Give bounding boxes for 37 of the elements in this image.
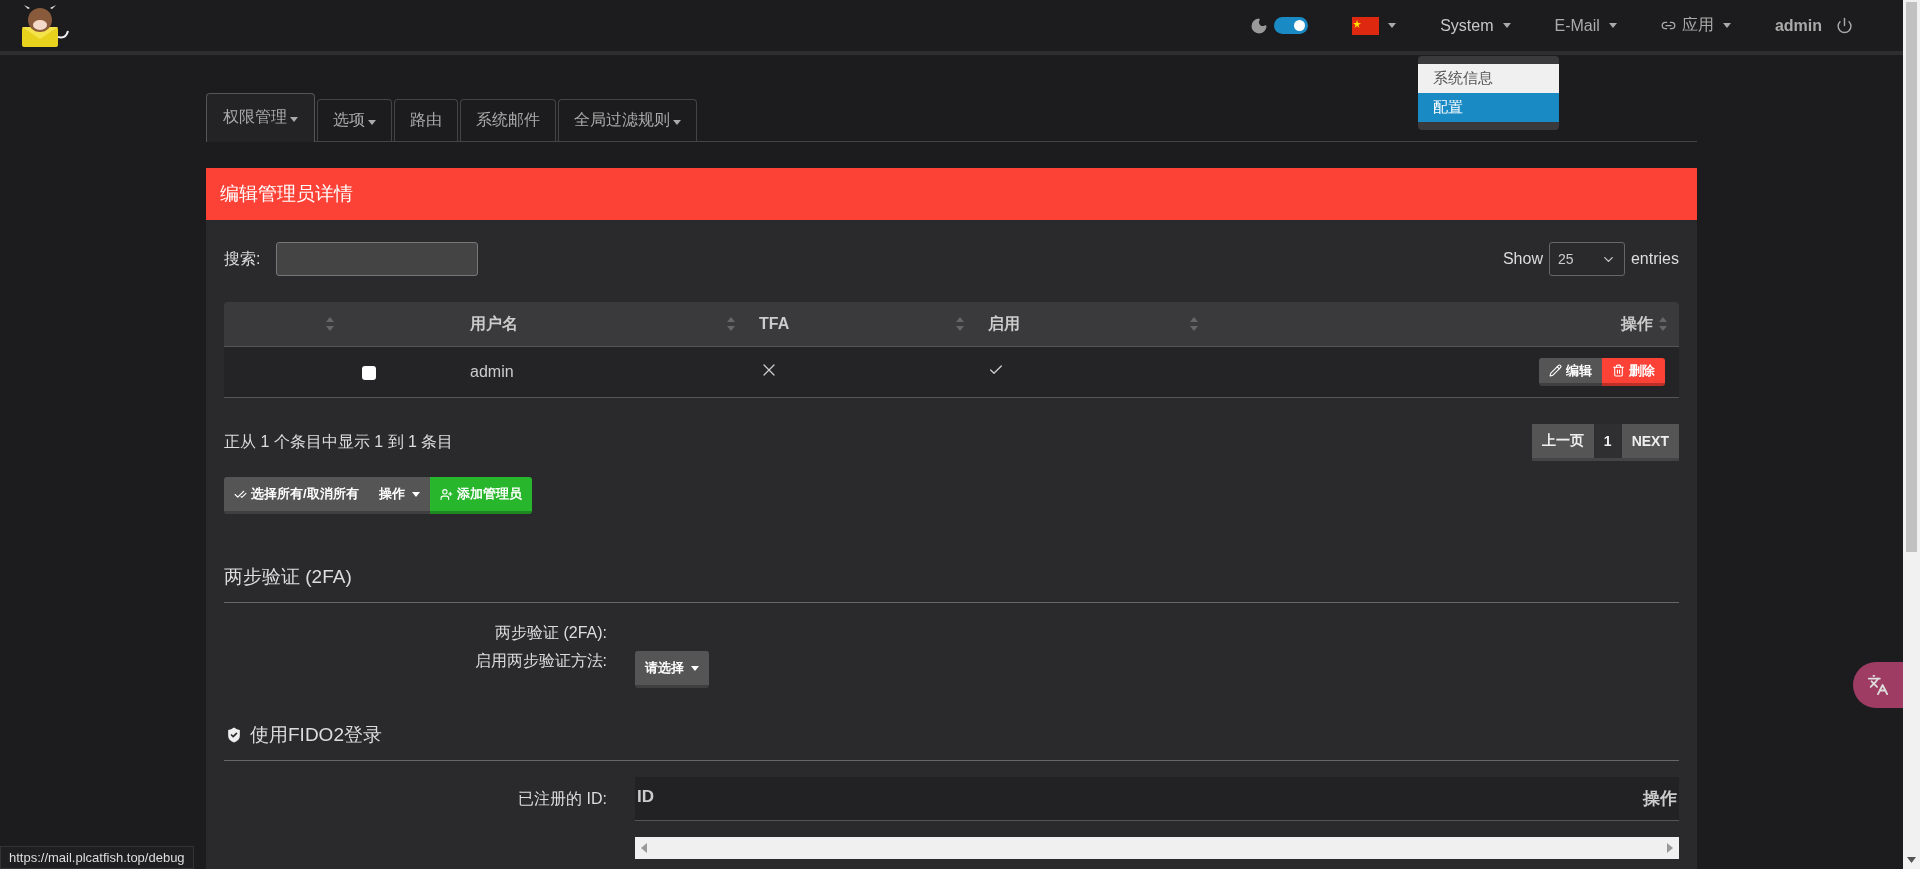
panel-title: 编辑管理员详情 xyxy=(206,168,1697,220)
select-button[interactable]: 请选择 xyxy=(635,651,709,688)
column-header[interactable]: 操作 xyxy=(1643,787,1677,810)
section-heading: 两步验证 (2FA) xyxy=(224,565,352,589)
form-label: 两步验证 (2FA): xyxy=(494,623,607,643)
menu-item[interactable]: 系统信息 xyxy=(1418,63,1560,93)
entries-label: entries xyxy=(1630,250,1679,268)
table-cell: admin xyxy=(470,363,514,380)
page-button[interactable]: NEXT xyxy=(1621,424,1679,461)
delete-button[interactable]: 删除 xyxy=(1602,358,1665,386)
column-header[interactable]: 用户名 xyxy=(470,313,518,335)
section-heading: 使用FIDO2登录 xyxy=(250,723,382,747)
column-header[interactable]: ID xyxy=(637,787,654,810)
tab[interactable]: 选项 xyxy=(317,99,392,141)
menu-item[interactable]: 配置 xyxy=(1418,92,1560,122)
page-button[interactable]: 上一页 xyxy=(1531,424,1594,461)
status-url: https://mail.plcatfish.top/debug xyxy=(0,846,194,869)
nav-menu[interactable]: E-Mail xyxy=(1554,16,1617,35)
edit-button[interactable]: 编辑 xyxy=(1539,358,1602,386)
form-label: 已注册的 ID: xyxy=(517,789,607,809)
nav-menu[interactable]: 应用 xyxy=(1660,15,1731,36)
show-label: Show xyxy=(1502,250,1543,268)
tab[interactable]: 权限管理 xyxy=(206,93,315,142)
column-header[interactable]: TFA xyxy=(759,315,790,333)
entries-select[interactable]: 25 xyxy=(1548,242,1625,276)
tab[interactable]: 路由 xyxy=(394,99,458,141)
column-header[interactable]: 启用 xyxy=(988,313,1020,335)
search-label: 搜索: xyxy=(224,248,261,269)
dropdown-button[interactable]: 操作 xyxy=(368,477,430,514)
tab[interactable]: 全局过滤规则 xyxy=(558,99,697,141)
page-button[interactable]: 1 xyxy=(1593,424,1622,461)
tab[interactable]: 系统邮件 xyxy=(460,99,556,141)
user-menu[interactable]: admin xyxy=(1774,16,1853,35)
select-all-button[interactable]: 选择所有/取消所有 xyxy=(224,477,369,514)
form-label: 启用两步验证方法: xyxy=(473,651,607,671)
column-header[interactable]: 操作 xyxy=(1621,313,1653,335)
table-info: 正从 1 个条目中显示 1 到 1 条目 xyxy=(224,432,454,452)
